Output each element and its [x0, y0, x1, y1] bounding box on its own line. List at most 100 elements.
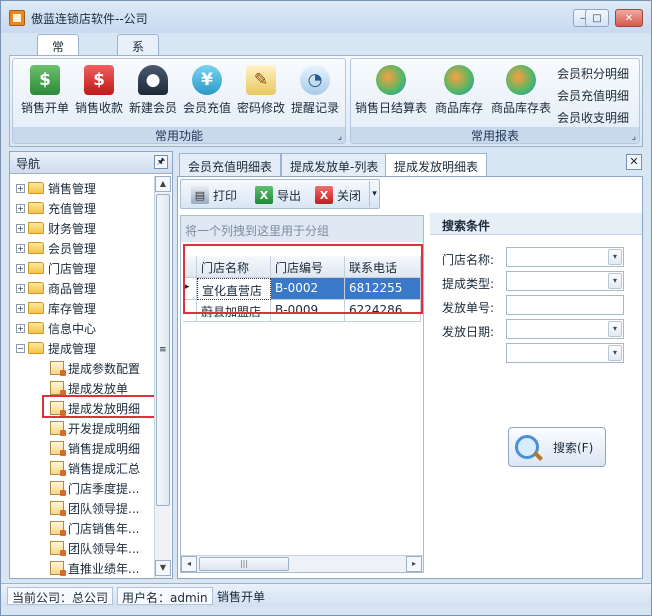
member-points-detail-link[interactable]: 会员积分明细 — [557, 65, 629, 82]
tree-item-inventory-management[interactable]: + 库存管理 — [16, 299, 96, 317]
nav-vertical-scrollbar[interactable]: ▲ ≡ ▼ — [154, 176, 171, 578]
scroll-left-icon[interactable]: ◂ — [181, 556, 197, 572]
close-tab-icon[interactable]: ✕ — [626, 154, 642, 170]
tree-item-commission-param-config[interactable]: 提成参数配置 — [50, 359, 140, 377]
ribbon-group-common-label: 常用功能 — [13, 127, 345, 143]
chevron-down-icon[interactable]: ▾ — [608, 345, 622, 361]
sales-order-button[interactable]: $ 销售开单 — [17, 63, 73, 123]
member-income-expense-link[interactable]: 会员收支明细 — [557, 109, 629, 126]
app-window: 傲蓝连锁店软件--公司 — □ ✕ 常用功能 系统工具 $ 销售开单 $ 销售收… — [0, 0, 652, 616]
document-icon — [50, 501, 66, 516]
tab-commission-issue-detail[interactable]: 提成发放明细表 — [385, 153, 488, 176]
tab-common-functions[interactable]: 常用功能 — [37, 34, 80, 105]
close-icon: ✕ — [624, 12, 634, 24]
document-icon — [50, 361, 66, 376]
nav-header: 导航 🖈 — [10, 152, 172, 174]
tree-item-sales-management[interactable]: + 销售管理 — [16, 179, 96, 197]
tree-item-dev-commission-detail[interactable]: 开发提成明细 — [50, 419, 140, 437]
tree-item-store-management[interactable]: + 门店管理 — [16, 259, 96, 277]
tree-item-commission-management[interactable]: − 提成管理 — [16, 339, 96, 357]
tree-item-member-management[interactable]: + 会员管理 — [16, 239, 96, 257]
grid-horizontal-scrollbar[interactable]: ◂ ||| ▸ — [181, 555, 423, 572]
chevron-down-icon[interactable]: ▾ — [608, 249, 622, 265]
highlight-box-grid — [183, 244, 423, 314]
maximize-button[interactable]: □ — [585, 9, 609, 27]
tree-item-sales-commission-detail[interactable]: 销售提成明细 — [50, 439, 140, 457]
issue-date-label: 发放日期: — [442, 325, 495, 339]
close-window-button[interactable]: ✕ — [615, 9, 643, 27]
member-recharge-detail-link[interactable]: 会员充值明细 — [557, 87, 629, 104]
search-button[interactable]: 搜索(F) — [508, 427, 606, 467]
issue-no-input[interactable] — [506, 295, 624, 315]
scroll-thumb[interactable]: ≡ — [156, 194, 170, 506]
group-by-hint[interactable]: 将一个列拽到这里用于分组 — [181, 216, 423, 242]
nav-tree: + 销售管理 + 充值管理 + 财务管理 + 会员管理 + 门店管理 + 商品管理 + 库存管… — [10, 176, 158, 578]
ribbon-group-reports: 销售日结算表 商品库存 商品库存表 会员积分明细 会员充值明细 会员收支明细 常… — [350, 58, 640, 144]
scroll-down-icon[interactable]: ▼ — [155, 560, 171, 576]
document-icon — [50, 441, 66, 456]
product-stock-button[interactable]: 商品库存 — [431, 63, 487, 123]
pin-icon[interactable]: 🖈 — [154, 155, 168, 169]
clock-calendar-icon: ◔ — [300, 65, 330, 95]
store-name-select[interactable]: ▾ — [506, 247, 624, 267]
expand-icon[interactable]: + — [16, 323, 25, 333]
title-bar[interactable]: 傲蓝连锁店软件--公司 — □ ✕ — [1, 1, 651, 33]
commission-type-label: 提成类型: — [442, 277, 495, 291]
chart-magnifier-icon — [444, 65, 474, 95]
expand-icon[interactable]: + — [16, 283, 25, 293]
search-icon — [515, 435, 539, 459]
group-expander-icon[interactable]: ⌟ — [338, 132, 342, 142]
tree-item-team-leader-annual[interactable]: 团队领导年... — [50, 539, 139, 557]
expand-icon[interactable]: + — [16, 263, 25, 273]
print-button[interactable]: ▤ 打印 — [191, 184, 237, 206]
tree-item-sales-commission-summary[interactable]: 销售提成汇总 — [50, 459, 140, 477]
group-expander-icon[interactable]: ⌟ — [632, 132, 636, 142]
reminder-records-button[interactable]: ◔ 提醒记录 — [287, 63, 343, 123]
close-button[interactable]: X 关闭 — [315, 184, 361, 206]
store-name-label: 门店名称: — [442, 253, 495, 267]
new-member-button[interactable]: ● 新建会员 — [125, 63, 181, 123]
expand-icon[interactable]: + — [16, 223, 25, 233]
highlight-box-nav — [42, 395, 156, 418]
tree-item-product-management[interactable]: + 商品管理 — [16, 279, 96, 297]
chart-magnifier-icon — [376, 65, 406, 95]
folder-icon — [28, 282, 44, 294]
export-button[interactable]: X 导出 — [255, 184, 301, 206]
expand-icon[interactable]: + — [16, 303, 25, 313]
tree-item-recharge-management[interactable]: + 充值管理 — [16, 199, 96, 217]
scroll-up-icon[interactable]: ▲ — [155, 176, 171, 192]
cash-register-icon: $ — [30, 65, 60, 95]
tab-commission-issue-list[interactable]: 提成发放单-列表 — [281, 153, 388, 176]
daily-settlement-report-button[interactable]: 销售日结算表 — [353, 63, 429, 123]
maximize-icon: □ — [592, 12, 602, 24]
tab-system-tools[interactable]: 系统工具 — [117, 34, 160, 105]
commission-type-select[interactable]: ▾ — [506, 271, 624, 291]
tree-item-store-annual-sales[interactable]: 门店销售年... — [50, 519, 139, 537]
collapse-icon[interactable]: − — [16, 343, 25, 353]
scroll-thumb[interactable]: ||| — [199, 557, 289, 571]
expand-icon[interactable]: + — [16, 243, 25, 253]
tree-item-team-leader[interactable]: 团队领导提... — [50, 499, 139, 517]
scroll-right-icon[interactable]: ▸ — [406, 556, 422, 572]
tree-item-store-quarterly[interactable]: 门店季度提... — [50, 479, 139, 497]
product-stock-report-button[interactable]: 商品库存表 — [489, 63, 553, 123]
member-recharge-button[interactable]: ¥ 会员充值 — [179, 63, 235, 123]
search-panel-title: 搜索条件 — [430, 213, 642, 235]
chevron-down-icon[interactable]: ▾ — [608, 273, 622, 289]
chevron-down-icon[interactable]: ▾ — [608, 321, 622, 337]
folder-icon — [28, 202, 44, 214]
tab-member-recharge-detail[interactable]: 会员充值明细表 — [179, 153, 282, 176]
person-icon: ● — [138, 65, 168, 95]
issue-date-end-select[interactable]: ▾ — [506, 343, 624, 363]
expand-icon[interactable]: + — [16, 203, 25, 213]
issue-no-label: 发放单号: — [442, 301, 495, 315]
issue-date-start-select[interactable]: ▾ — [506, 319, 624, 339]
document-icon — [50, 421, 66, 436]
toolbar-dropdown-icon[interactable]: ▾ — [369, 181, 379, 207]
change-password-button[interactable]: ✎ 密码修改 — [233, 63, 289, 123]
sales-receipt-button[interactable]: $ 销售收款 — [71, 63, 127, 123]
tree-item-info-center[interactable]: + 信息中心 — [16, 319, 96, 337]
expand-icon[interactable]: + — [16, 183, 25, 193]
tree-item-direct-annual[interactable]: 直推业绩年... — [50, 559, 139, 577]
tree-item-finance-management[interactable]: + 财务管理 — [16, 219, 96, 237]
